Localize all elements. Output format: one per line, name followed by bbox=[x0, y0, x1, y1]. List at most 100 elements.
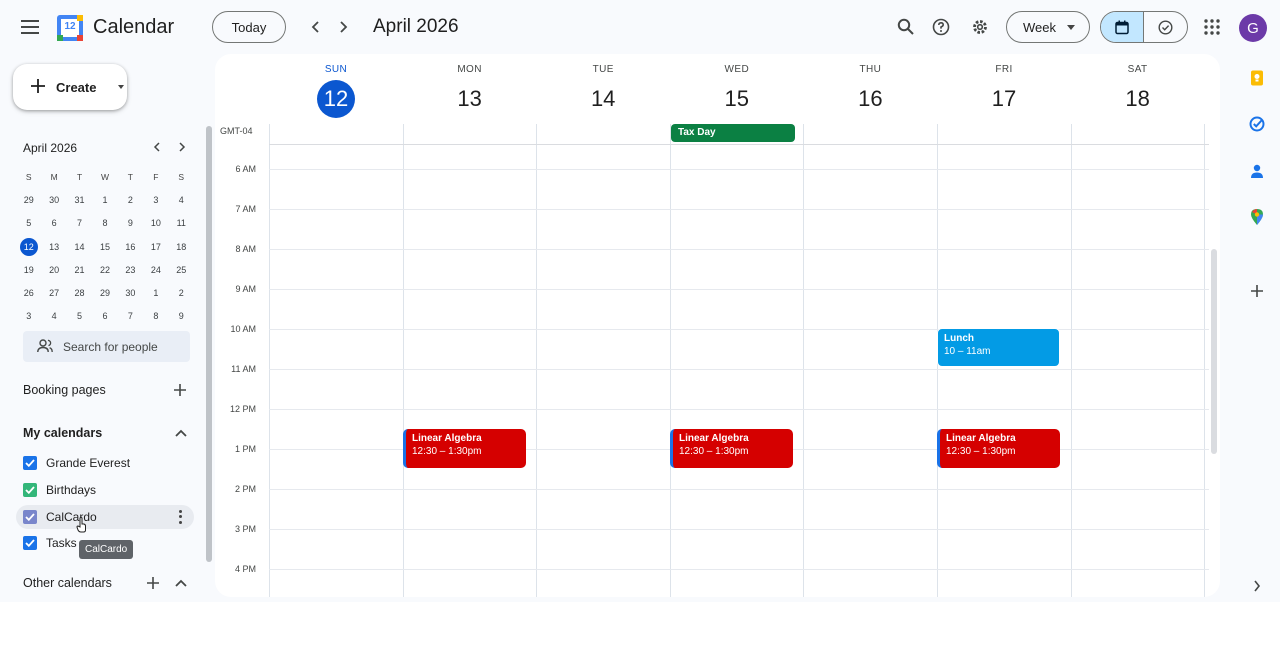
mini-calendar-day[interactable]: 24 bbox=[143, 261, 168, 279]
calendar-checkbox[interactable] bbox=[23, 483, 37, 497]
mini-calendar-day-number: 17 bbox=[150, 241, 161, 252]
settings-gear-icon[interactable] bbox=[962, 9, 998, 45]
mini-calendar-day[interactable]: 4 bbox=[169, 191, 194, 209]
mini-calendar-day-number: 20 bbox=[49, 264, 60, 275]
mini-calendar-weekday: S bbox=[25, 171, 32, 182]
day-date-number[interactable]: 13 bbox=[451, 80, 489, 118]
mini-calendar-day[interactable]: 3 bbox=[143, 191, 168, 209]
mini-calendar-day[interactable]: 1 bbox=[92, 191, 117, 209]
apps-grid-icon[interactable] bbox=[1194, 9, 1230, 45]
day-date-number[interactable]: 16 bbox=[851, 80, 889, 118]
today-button[interactable]: Today bbox=[212, 11, 286, 43]
mini-calendar-day[interactable]: 13 bbox=[41, 238, 66, 256]
mini-calendar-day[interactable]: 17 bbox=[143, 238, 168, 256]
mini-calendar-day[interactable]: 26 bbox=[16, 284, 41, 302]
calendar-checkbox[interactable] bbox=[23, 456, 37, 470]
day-date-number[interactable]: 14 bbox=[584, 80, 622, 118]
mini-calendar-weekday-row: SMTWTFS bbox=[16, 165, 194, 188]
create-button[interactable]: Create bbox=[13, 64, 127, 110]
mini-calendar-day[interactable]: 30 bbox=[41, 191, 66, 209]
mini-calendar-day[interactable]: 16 bbox=[118, 238, 143, 256]
mini-calendar-day[interactable]: 8 bbox=[143, 307, 168, 325]
calendar-item-grande-everest[interactable]: Grande Everest bbox=[16, 451, 194, 475]
chevron-up-icon[interactable] bbox=[173, 425, 189, 441]
mini-calendar-day[interactable]: 21 bbox=[67, 261, 92, 279]
week-view-scrollbar[interactable] bbox=[1211, 249, 1217, 454]
calendar-item-calcardo[interactable]: CalCardo bbox=[16, 505, 194, 529]
mini-calendar-day[interactable]: 9 bbox=[118, 214, 143, 232]
event-linear-algebra-wed[interactable]: Linear Algebra 12:30 – 1:30pm bbox=[670, 429, 793, 468]
mini-calendar-day[interactable]: 29 bbox=[92, 284, 117, 302]
add-other-calendar-icon[interactable] bbox=[145, 575, 161, 591]
mini-calendar-day[interactable]: 5 bbox=[16, 214, 41, 232]
calendar-view-toggle-icon[interactable] bbox=[1101, 12, 1145, 42]
mini-calendar-day[interactable]: 1 bbox=[143, 284, 168, 302]
calendar-checkbox[interactable] bbox=[23, 510, 37, 524]
day-date-number[interactable]: 17 bbox=[985, 80, 1023, 118]
calendar-app: 12 Calendar Today April 2026 Week G Crea… bbox=[0, 0, 1280, 648]
mini-calendar-day[interactable]: 2 bbox=[118, 191, 143, 209]
mini-calendar-day[interactable]: 29 bbox=[16, 191, 41, 209]
sidebar-scrollbar[interactable] bbox=[206, 126, 212, 562]
all-day-event-tax-day[interactable]: Tax Day bbox=[671, 124, 795, 142]
mini-calendar-day[interactable]: 15 bbox=[92, 238, 117, 256]
mini-calendar-day-number: 6 bbox=[102, 311, 108, 322]
mini-calendar-day-number: 3 bbox=[153, 194, 159, 205]
expand-side-panel-icon[interactable] bbox=[1247, 576, 1267, 596]
mini-calendar-day[interactable]: 23 bbox=[118, 261, 143, 279]
mini-calendar-day[interactable]: 10 bbox=[143, 214, 168, 232]
mini-calendar-day[interactable]: 25 bbox=[169, 261, 194, 279]
other-calendars-label[interactable]: Other calendars bbox=[23, 576, 112, 590]
day-date-number[interactable]: 12 bbox=[317, 80, 355, 118]
mini-calendar-day[interactable]: 6 bbox=[41, 214, 66, 232]
mini-calendar-day[interactable]: 22 bbox=[92, 261, 117, 279]
mini-calendar-day[interactable]: 5 bbox=[67, 307, 92, 325]
mini-calendar-day[interactable]: 20 bbox=[41, 261, 66, 279]
mini-calendar-day[interactable]: 28 bbox=[67, 284, 92, 302]
next-week-icon[interactable] bbox=[325, 9, 361, 45]
help-icon[interactable] bbox=[923, 9, 959, 45]
add-addon-plus-icon[interactable] bbox=[1247, 281, 1267, 301]
day-date-number[interactable]: 18 bbox=[1119, 80, 1157, 118]
mini-calendar-day[interactable]: 27 bbox=[41, 284, 66, 302]
add-booking-page-icon[interactable] bbox=[172, 382, 188, 398]
event-linear-algebra-mon[interactable]: Linear Algebra 12:30 – 1:30pm bbox=[403, 429, 526, 468]
mini-calendar-day-number: 8 bbox=[153, 311, 159, 322]
keep-icon[interactable] bbox=[1247, 68, 1267, 88]
event-lunch[interactable]: Lunch 10 – 11am bbox=[937, 328, 1060, 367]
calendar-checkbox[interactable] bbox=[23, 536, 37, 550]
contacts-icon[interactable] bbox=[1247, 161, 1267, 181]
event-title: Linear Algebra bbox=[946, 433, 1016, 444]
mini-calendar-day[interactable]: 4 bbox=[41, 307, 66, 325]
chevron-up-icon[interactable] bbox=[173, 575, 189, 591]
main-menu-icon[interactable] bbox=[12, 9, 48, 45]
mini-calendar-day[interactable]: 11 bbox=[169, 214, 194, 232]
mini-calendar-day[interactable]: 7 bbox=[118, 307, 143, 325]
mini-calendar-day[interactable]: 2 bbox=[169, 284, 194, 302]
mini-calendar-day[interactable]: 6 bbox=[92, 307, 117, 325]
search-icon[interactable] bbox=[888, 9, 924, 45]
event-linear-algebra-fri[interactable]: Linear Algebra 12:30 – 1:30pm bbox=[937, 429, 1060, 468]
calendar-item-birthdays[interactable]: Birthdays bbox=[16, 478, 194, 502]
account-avatar[interactable]: G bbox=[1239, 14, 1267, 42]
mini-calendar-day[interactable]: 19 bbox=[16, 261, 41, 279]
mini-calendar-day[interactable]: 31 bbox=[67, 191, 92, 209]
mini-calendar-day[interactable]: 8 bbox=[92, 214, 117, 232]
mini-calendar-day[interactable]: 14 bbox=[67, 238, 92, 256]
tasks-view-toggle-icon[interactable] bbox=[1144, 12, 1187, 42]
my-calendars-label[interactable]: My calendars bbox=[23, 426, 102, 440]
calendar-options-icon[interactable] bbox=[176, 509, 184, 525]
mini-calendar-day[interactable]: 3 bbox=[16, 307, 41, 325]
tasks-icon[interactable] bbox=[1247, 114, 1267, 134]
mini-calendar-day[interactable]: 7 bbox=[67, 214, 92, 232]
view-switcher-button[interactable]: Week bbox=[1006, 11, 1090, 43]
mini-calendar-day[interactable]: 30 bbox=[118, 284, 143, 302]
mini-calendar-prev-icon[interactable] bbox=[149, 139, 165, 155]
mini-calendar-day[interactable]: 18 bbox=[169, 238, 194, 256]
mini-calendar-day[interactable]: 9 bbox=[169, 307, 194, 325]
mini-calendar-next-icon[interactable] bbox=[174, 139, 190, 155]
search-people-input[interactable]: Search for people bbox=[23, 331, 190, 362]
maps-icon[interactable] bbox=[1247, 207, 1267, 227]
mini-calendar-day[interactable]: 12 bbox=[16, 237, 41, 256]
day-date-number[interactable]: 15 bbox=[718, 80, 756, 118]
